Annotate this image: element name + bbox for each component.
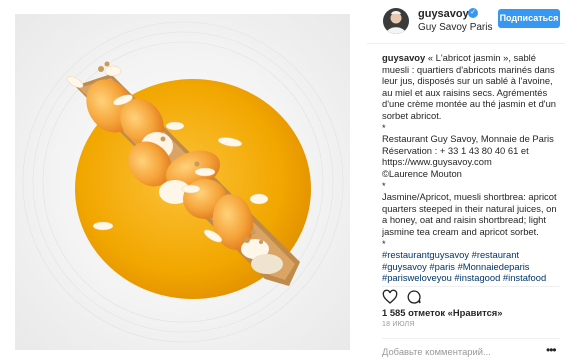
- comment-bar: •••: [382, 338, 560, 360]
- caption-author[interactable]: guysavoy: [382, 52, 425, 63]
- caption-contact: Restaurant Guy Savoy, Monnaie de Paris R…: [382, 133, 554, 179]
- comment-input[interactable]: [382, 343, 542, 359]
- caption-separator: *: [382, 121, 386, 133]
- post-caption: guysavoy « L'abricot jasmin », sablé mue…: [382, 52, 560, 286]
- avatar[interactable]: [383, 8, 409, 34]
- more-options-icon[interactable]: •••: [546, 343, 557, 357]
- instagram-post: guysavoy ✓ Guy Savoy Paris Подписаться g…: [0, 0, 565, 364]
- likes-count[interactable]: 1 585 отметок «Нравится»: [382, 307, 502, 318]
- subscribe-button[interactable]: Подписаться: [498, 9, 560, 28]
- caption-hashtags[interactable]: #restaurantguysavoy #restaurant #guysavo…: [382, 249, 560, 286]
- caption-paragraph: guysavoy « L'abricot jasmin », sablé mue…: [382, 52, 560, 122]
- verified-badge-icon: ✓: [468, 8, 478, 18]
- header-location[interactable]: Guy Savoy Paris: [418, 22, 492, 33]
- caption-separator: *: [382, 237, 386, 249]
- chef-avatar-icon: [383, 8, 409, 34]
- post-sidebar: guysavoy ✓ Guy Savoy Paris Подписаться g…: [367, 0, 565, 364]
- header-username[interactable]: guysavoy: [418, 8, 469, 20]
- dessert-image: [15, 14, 350, 350]
- post-photo[interactable]: [15, 14, 350, 350]
- post-date[interactable]: 18 июля: [382, 321, 415, 328]
- heart-icon[interactable]: [382, 289, 398, 305]
- caption-text-en: Jasmine/Apricot, muesli shortbrea: apric…: [382, 191, 560, 237]
- post-actions: [382, 286, 560, 304]
- caption-separator: *: [382, 179, 386, 191]
- post-header: guysavoy ✓ Guy Savoy Paris Подписаться: [367, 0, 565, 44]
- comment-icon[interactable]: [406, 289, 422, 305]
